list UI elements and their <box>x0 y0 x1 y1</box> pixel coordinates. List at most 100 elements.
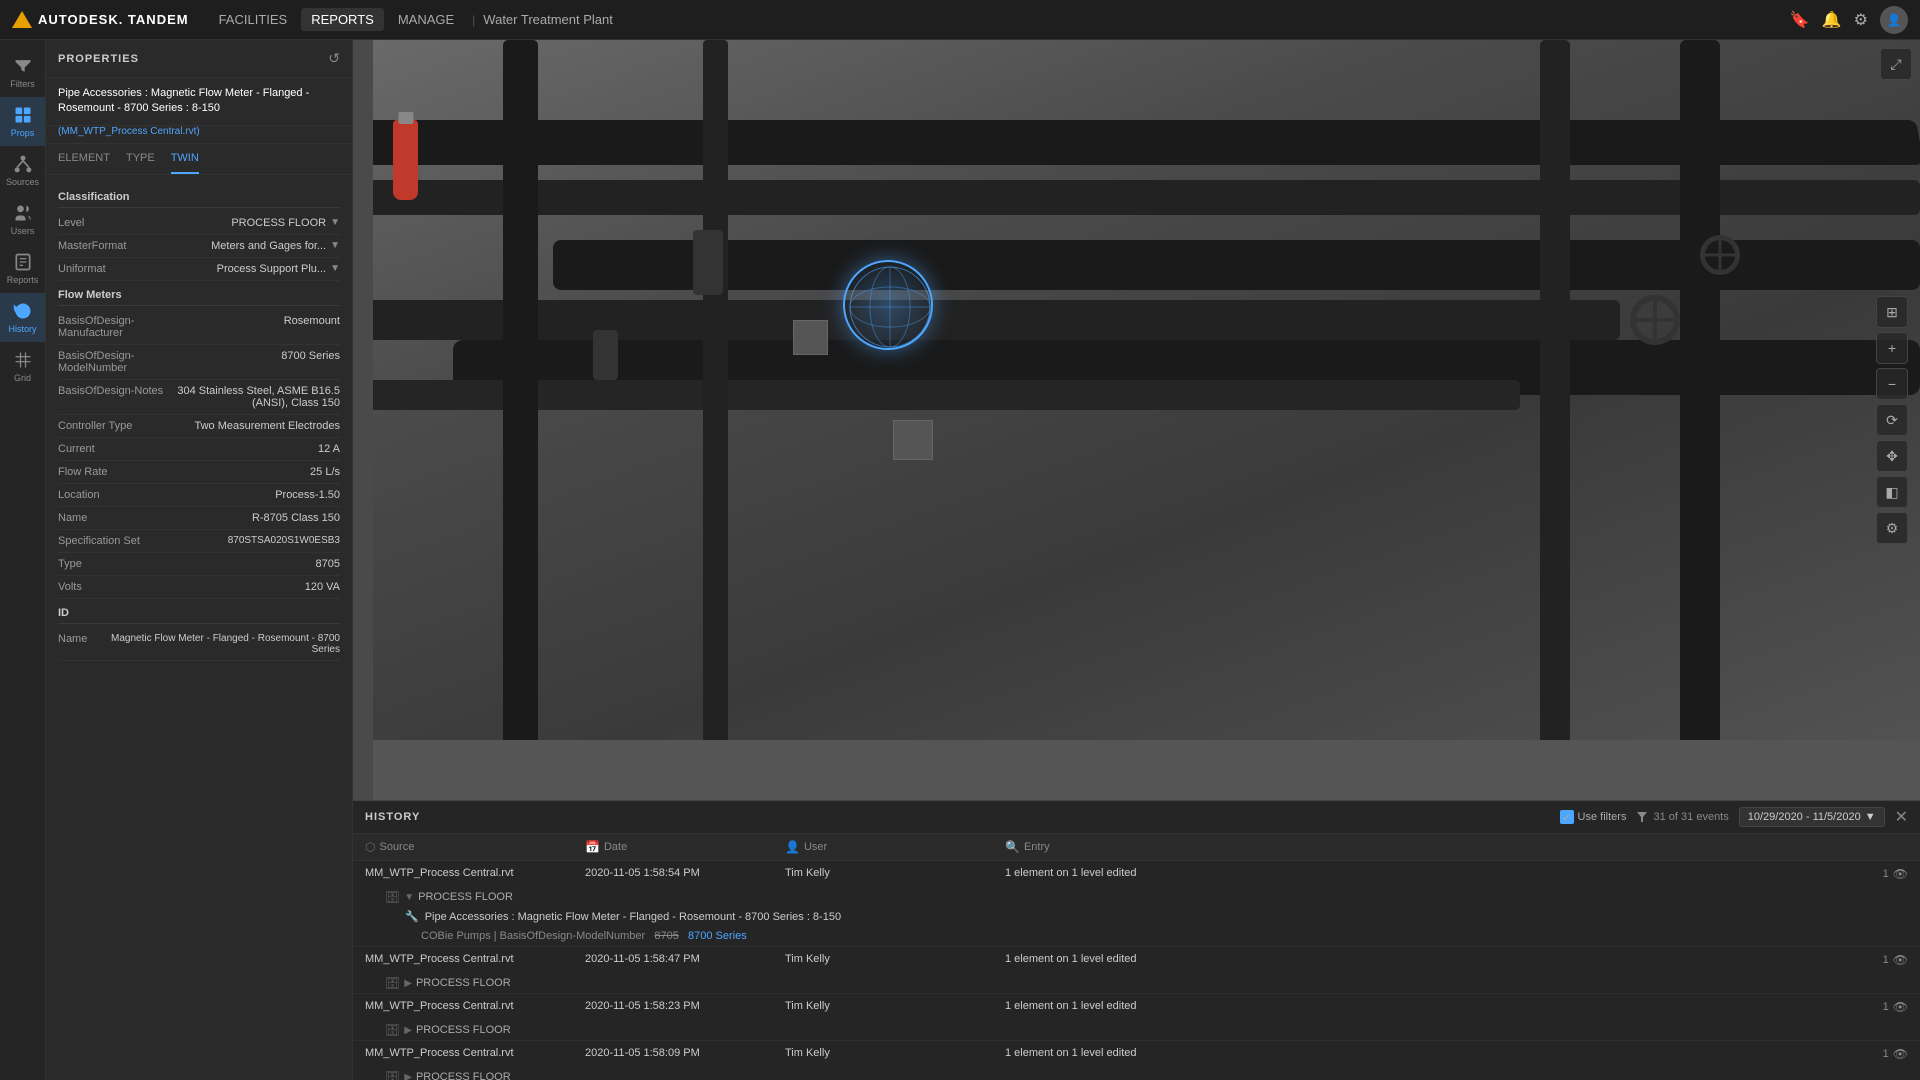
row3-db-icon: 🗄 <box>385 1070 400 1080</box>
row3-count: 1 👁 <box>1883 1047 1908 1061</box>
prop-spec-set: Specification Set 870STSA020S1W0ESB3 <box>58 530 340 553</box>
use-filters-checkbox[interactable]: ✓ <box>1560 810 1574 824</box>
prop-location: Location Process-1.50 <box>58 484 340 507</box>
use-filters-check[interactable]: ✓ Use filters <box>1560 810 1627 824</box>
flow-meter-wireframe <box>845 262 935 352</box>
top-nav: AUTODESK. TANDEM FACILITIES REPORTS MANA… <box>0 0 1920 40</box>
prop-type: Type 8705 <box>58 553 340 576</box>
tab-element[interactable]: ELEMENT <box>58 144 110 174</box>
row0-eye-icon[interactable]: 👁 <box>1893 867 1908 881</box>
nav-reports[interactable]: REPORTS <box>301 8 384 31</box>
row1-source: MM_WTP_Process Central.rvt <box>365 953 585 965</box>
valve1-v <box>1653 295 1657 345</box>
classification-section: Classification <box>58 183 340 208</box>
facility-name: Water Treatment Plant <box>483 12 613 27</box>
row3-eye-icon[interactable]: 👁 <box>1893 1047 1908 1061</box>
prop-level: Level PROCESS FLOOR ▼ <box>58 212 340 235</box>
grid-icon <box>13 350 33 370</box>
row3-entry: 1 element on 1 level edited <box>1005 1047 1883 1059</box>
expand-btn[interactable]: ⤢ <box>1880 48 1912 80</box>
prop-controller-type: Controller Type Two Measurement Electrod… <box>58 415 340 438</box>
sidebar-item-sources[interactable]: Sources <box>0 146 45 195</box>
history-row-2: MM_WTP_Process Central.rvt 2020-11-05 1:… <box>353 994 1920 1041</box>
row1-eye-icon[interactable]: 👁 <box>1893 953 1908 967</box>
zoom-out-btn[interactable]: − <box>1876 368 1908 400</box>
prop-volts: Volts 120 VA <box>58 576 340 599</box>
history-table-header: ⬡ Source 📅 Date 👤 User 🔍 Entry <box>353 834 1920 861</box>
properties-content: Classification Level PROCESS FLOOR ▼ Mas… <box>46 175 352 1080</box>
sidebar-item-users[interactable]: Users <box>0 195 45 244</box>
3d-viewport[interactable]: ⊞ + − ⟳ ✥ ◧ ⚙ ⤢ <box>353 40 1920 800</box>
section-btn[interactable]: ◧ <box>1876 476 1908 508</box>
history-content: MM_WTP_Process Central.rvt 2020-11-05 1:… <box>353 861 1920 1080</box>
bookmark-icon[interactable]: 🔖 <box>1790 10 1810 30</box>
reports-icon <box>13 252 33 272</box>
bell-icon[interactable]: 🔔 <box>1822 10 1842 30</box>
history-row-main-0[interactable]: MM_WTP_Process Central.rvt 2020-11-05 1:… <box>353 861 1920 887</box>
date-range-picker[interactable]: 10/29/2020 - 11/5/2020 ▼ <box>1739 807 1885 827</box>
flange2 <box>593 330 618 380</box>
fire-extinguisher <box>393 120 418 200</box>
history-row-main-1[interactable]: MM_WTP_Process Central.rvt 2020-11-05 1:… <box>353 947 1920 973</box>
properties-panel: PROPERTIES ↺ Pipe Accessories : Magnetic… <box>46 40 353 1080</box>
history-header: HISTORY ✓ Use filters 31 of 31 events 10… <box>353 801 1920 834</box>
sidebar-item-reports[interactable]: Reports <box>0 244 45 293</box>
tab-twin[interactable]: TWIN <box>171 144 199 174</box>
history-row-main-3[interactable]: MM_WTP_Process Central.rvt 2020-11-05 1:… <box>353 1041 1920 1067</box>
flow-meters-section: Flow Meters <box>58 281 340 306</box>
row0-source: MM_WTP_Process Central.rvt <box>365 867 585 879</box>
extinguisher-top <box>398 112 413 124</box>
sidebar-item-grid[interactable]: Grid <box>0 342 45 391</box>
row2-eye-icon[interactable]: 👁 <box>1893 1000 1908 1014</box>
row1-user: Tim Kelly <box>785 953 1005 965</box>
settings-icon[interactable]: ⚙ <box>1854 10 1868 30</box>
events-count: 31 of 31 events <box>1636 811 1728 823</box>
nav-right: 🔖 🔔 ⚙ 👤 <box>1790 6 1908 34</box>
properties-history-icon[interactable]: ↺ <box>328 50 340 67</box>
sidebar-item-filters[interactable]: Filters <box>0 48 45 97</box>
pipe-v2 <box>703 40 728 800</box>
sidebar-item-props[interactable]: Props <box>0 97 45 146</box>
properties-tabs: ELEMENT TYPE TWIN <box>46 144 352 175</box>
nav-separator: | <box>472 13 475 27</box>
props-icon <box>13 105 33 125</box>
row0-count: 1 👁 <box>1883 867 1908 881</box>
prop-masterformat: MasterFormat Meters and Gages for... ▼ <box>58 235 340 258</box>
prop-manufacturer: BasisOfDesign-Manufacturer Rosemount <box>58 310 340 345</box>
sensor-box2 <box>893 420 933 460</box>
avatar[interactable]: 👤 <box>1880 6 1908 34</box>
row0-detail: COBie Pumps | BasisOfDesign-ModelNumber … <box>353 926 1920 946</box>
row1-count: 1 👁 <box>1883 953 1908 967</box>
tab-type[interactable]: TYPE <box>126 144 155 174</box>
valve2 <box>1700 235 1740 275</box>
pipe-v4 <box>1540 40 1570 800</box>
left-wall <box>353 40 373 800</box>
row2-count: 1 👁 <box>1883 1000 1908 1014</box>
sidebar-icons: Filters Props Sources <box>0 40 46 1080</box>
row0-entry: 1 element on 1 level edited <box>1005 867 1883 879</box>
nav-manage[interactable]: MANAGE <box>388 8 464 31</box>
history-row-main-2[interactable]: MM_WTP_Process Central.rvt 2020-11-05 1:… <box>353 994 1920 1020</box>
history-close-btn[interactable]: ✕ <box>1895 807 1908 827</box>
properties-title: PROPERTIES <box>58 53 139 65</box>
row2-date: 2020-11-05 1:58:23 PM <box>585 1000 785 1012</box>
selected-flow-meter[interactable] <box>843 260 933 350</box>
row0-new-val: 8700 Series <box>688 930 747 942</box>
col-user: 👤 User <box>785 840 1005 854</box>
orbit-btn[interactable]: ⟳ <box>1876 404 1908 436</box>
user-col-icon: 👤 <box>785 840 800 854</box>
sidebar-item-history[interactable]: History <box>0 293 45 342</box>
prop-name: Name R-8705 Class 150 <box>58 507 340 530</box>
logo-text: AUTODESK. TANDEM <box>38 12 189 27</box>
history-row-1: MM_WTP_Process Central.rvt 2020-11-05 1:… <box>353 947 1920 994</box>
source-col-icon: ⬡ <box>365 840 375 854</box>
settings-view-btn[interactable]: ⚙ <box>1876 512 1908 544</box>
prop-notes: BasisOfDesign-Notes 304 Stainless Steel,… <box>58 380 340 415</box>
pan-btn[interactable]: ✥ <box>1876 440 1908 472</box>
zoom-in-btn[interactable]: + <box>1876 332 1908 364</box>
nav-facilities[interactable]: FACILITIES <box>209 8 298 31</box>
element-name: Pipe Accessories : Magnetic Flow Meter -… <box>46 78 352 126</box>
app-logo[interactable]: AUTODESK. TANDEM <box>12 11 189 28</box>
zoom-fit-btn[interactable]: ⊞ <box>1876 296 1908 328</box>
search-col-icon[interactable]: 🔍 <box>1005 840 1020 854</box>
